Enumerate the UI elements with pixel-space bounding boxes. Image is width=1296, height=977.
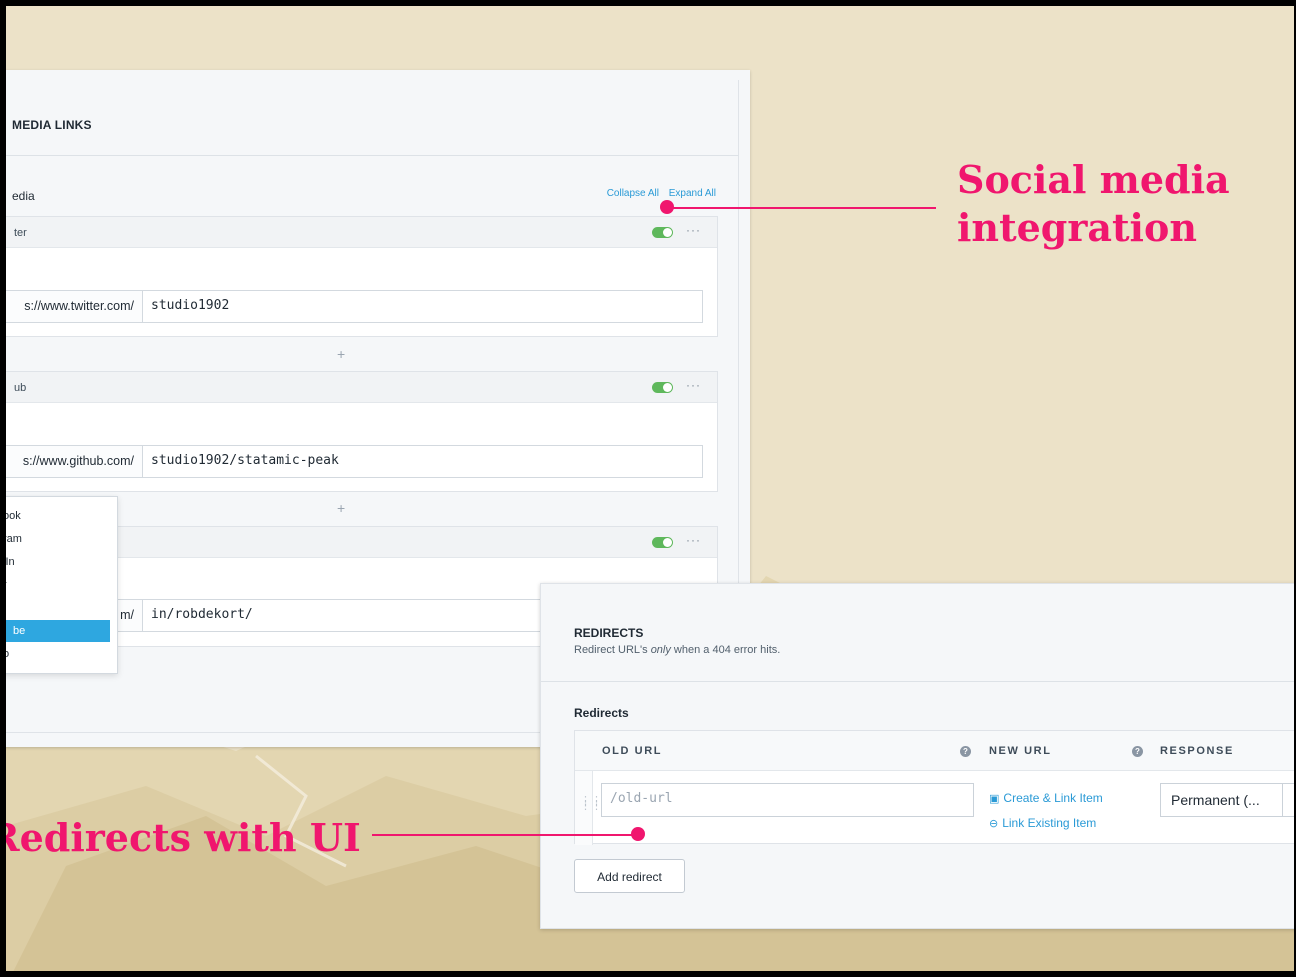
help-icon[interactable]: ? bbox=[1132, 746, 1143, 757]
collapse-expand-links: Collapse All Expand All bbox=[600, 188, 716, 199]
more-options-icon[interactable]: ··· bbox=[686, 533, 701, 547]
set-header[interactable]: ub ··· bbox=[6, 372, 717, 403]
expand-all-link[interactable]: Expand All bbox=[669, 188, 716, 199]
create-item-icon: ▣ bbox=[989, 793, 1000, 805]
callout-redirects: Redirects with UI bbox=[0, 815, 361, 860]
collapse-all-link[interactable]: Collapse All bbox=[607, 188, 659, 199]
dropdown-option[interactable]: r bbox=[6, 574, 110, 596]
callout-connector-line bbox=[372, 834, 640, 836]
add-set-icon[interactable]: + bbox=[337, 500, 345, 516]
url-field-twitter[interactable]: s://www.twitter.com/ studio1902 bbox=[6, 290, 703, 323]
callout-social-media: Social media integration bbox=[957, 157, 1230, 250]
dropdown-option-selected[interactable]: be bbox=[6, 620, 110, 642]
redirects-grid: OLD URL ? NEW URL ? RESPONSE ⋮⋮ ⋮⋮ /old-u… bbox=[574, 730, 1294, 845]
column-header-old-url: OLD URL bbox=[602, 745, 663, 757]
set-enabled-toggle[interactable] bbox=[652, 227, 673, 238]
link-existing-item-link[interactable]: ⊖ Link Existing Item bbox=[989, 816, 1096, 830]
url-value[interactable]: studio1902 bbox=[151, 298, 229, 313]
column-header-response: RESPONSE bbox=[1160, 745, 1234, 757]
divider bbox=[6, 155, 739, 156]
callout-dot bbox=[660, 200, 674, 214]
chevron-down-icon: ⌄ bbox=[1282, 784, 1294, 816]
set-header[interactable]: ter ··· bbox=[6, 217, 717, 248]
add-redirect-button[interactable]: Add redirect bbox=[574, 859, 685, 893]
url-prefix: s://www.github.com/ bbox=[6, 446, 143, 477]
set-name: ub bbox=[14, 382, 27, 394]
redirects-field-label: Redirects bbox=[574, 706, 629, 720]
slide-frame: MEDIA LINKS edia Collapse All Expand All… bbox=[0, 0, 1296, 977]
old-url-input[interactable]: /old-url bbox=[601, 783, 974, 817]
set-name: ter bbox=[14, 227, 27, 239]
dropdown-option[interactable]: o bbox=[6, 643, 110, 665]
help-icon[interactable]: ? bbox=[960, 746, 971, 757]
link-icon: ⊖ bbox=[989, 818, 999, 830]
redirects-panel: REDIRECTS Redirect URL's only when a 404… bbox=[540, 583, 1294, 929]
column-header-new-url: NEW URL bbox=[989, 745, 1052, 757]
set-enabled-toggle[interactable] bbox=[652, 537, 673, 548]
grid-header: OLD URL ? NEW URL ? RESPONSE bbox=[575, 731, 1294, 771]
url-field-github[interactable]: s://www.github.com/ studio1902/statamic-… bbox=[6, 445, 703, 478]
url-prefix: s://www.twitter.com/ bbox=[6, 291, 143, 322]
set-type-dropdown: ook ram lIn r be o bbox=[6, 496, 118, 674]
dropdown-option[interactable]: ram bbox=[6, 528, 110, 550]
callout-dot bbox=[631, 827, 645, 841]
drag-handle-icon: ⋮⋮ ⋮⋮ bbox=[580, 795, 602, 812]
add-set-icon[interactable]: + bbox=[337, 346, 345, 362]
response-select-value: Permanent (... bbox=[1171, 792, 1260, 808]
more-options-icon[interactable]: ··· bbox=[686, 223, 701, 237]
create-link-item-link[interactable]: ▣ Create & Link Item bbox=[989, 791, 1103, 805]
redirects-title: REDIRECTS bbox=[574, 626, 644, 640]
response-select[interactable]: Permanent (... ⌄ bbox=[1160, 783, 1294, 817]
replicator-set-twitter: ter ··· s://www.twitter.com/ studio1902 bbox=[6, 216, 718, 337]
url-value[interactable]: studio1902/statamic-peak bbox=[151, 453, 339, 468]
more-options-icon[interactable]: ··· bbox=[686, 378, 701, 392]
set-enabled-toggle[interactable] bbox=[652, 382, 673, 393]
redirects-subtitle: Redirect URL's only when a 404 error hit… bbox=[574, 644, 781, 656]
callout-connector-line bbox=[673, 207, 936, 209]
field-label: edia bbox=[12, 189, 35, 203]
url-value[interactable]: in/robdekort/ bbox=[151, 607, 253, 622]
dropdown-option[interactable]: lIn bbox=[6, 551, 110, 573]
dropdown-option[interactable]: ook bbox=[6, 505, 110, 527]
section-title: MEDIA LINKS bbox=[12, 118, 92, 132]
divider bbox=[541, 681, 1294, 682]
dropdown-option[interactable] bbox=[6, 597, 110, 619]
replicator-set-github: ub ··· s://www.github.com/ studio1902/st… bbox=[6, 371, 718, 492]
